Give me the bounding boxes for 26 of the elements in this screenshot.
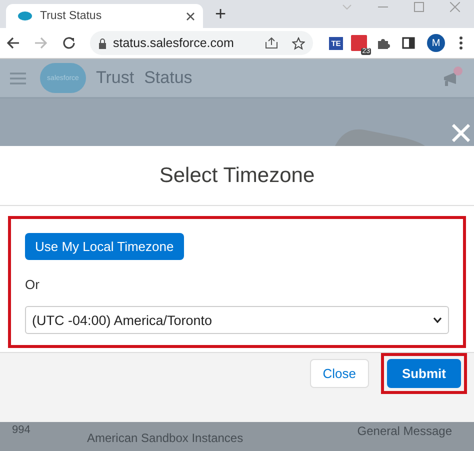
or-label: Or: [25, 277, 40, 292]
sidebar-icon[interactable]: [402, 37, 415, 49]
cloud-icon: [18, 11, 32, 21]
puzzle-icon[interactable]: [377, 36, 390, 50]
brand-text: Trust: [96, 68, 134, 88]
local-timezone-button[interactable]: Use My Local Timezone: [25, 233, 184, 260]
new-tab-button[interactable]: +: [215, 5, 226, 25]
brand-text: Status: [144, 68, 192, 88]
table-cell: 994: [12, 424, 30, 436]
close-button[interactable]: Close: [310, 359, 369, 388]
share-icon[interactable]: [265, 37, 278, 49]
address-bar[interactable]: status.salesforce.com: [90, 31, 313, 55]
back-icon[interactable]: [6, 36, 20, 50]
star-icon[interactable]: [292, 36, 305, 50]
browser-tab[interactable]: Trust Status: [6, 4, 203, 28]
lock-icon: [98, 38, 107, 48]
table-cell: General Message: [357, 424, 452, 438]
modal-title: Select Timezone: [0, 146, 474, 206]
more-icon[interactable]: [459, 36, 463, 50]
submit-button[interactable]: Submit: [386, 359, 461, 388]
caret-icon: [433, 317, 442, 323]
reload-icon[interactable]: [62, 36, 76, 50]
timezone-select[interactable]: (UTC -04:00) America/Toronto: [25, 306, 449, 334]
close-icon[interactable]: [186, 12, 195, 20]
profile-avatar[interactable]: M: [427, 34, 445, 52]
table-cell: American Sandbox Instances: [87, 431, 244, 445]
